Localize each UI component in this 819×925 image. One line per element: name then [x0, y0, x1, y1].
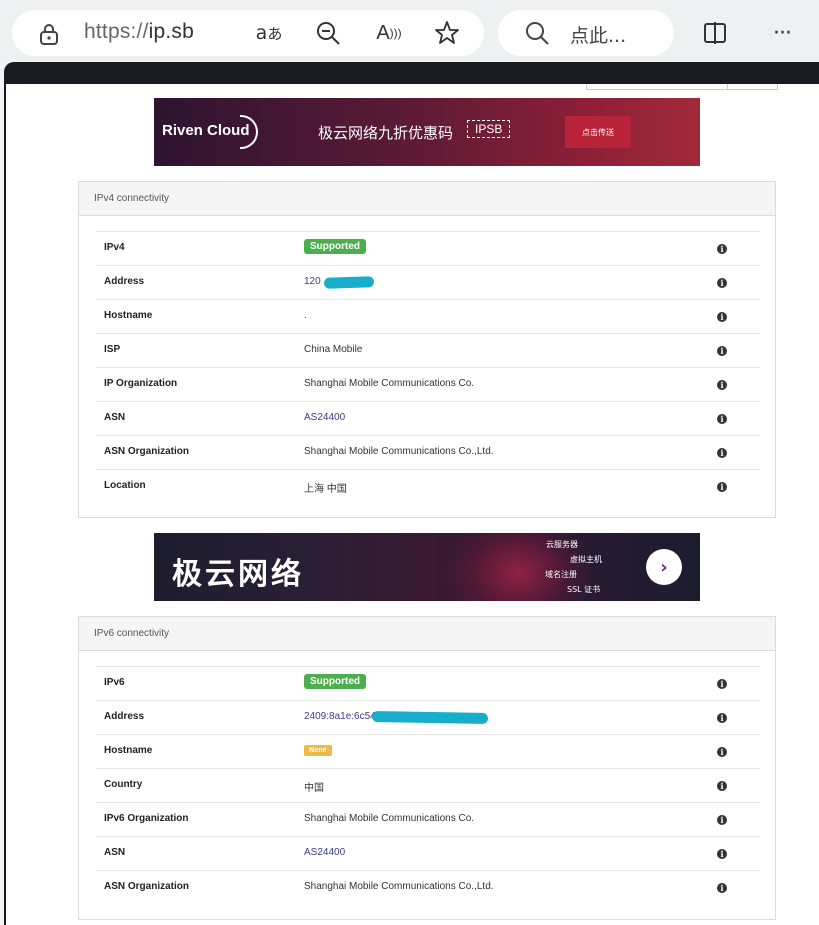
table-row: Hostname . i: [96, 300, 760, 334]
table-row: Country 中国 i: [96, 769, 760, 803]
table-row: IP Organization Shanghai Mobile Communic…: [96, 368, 760, 402]
row-value: Shanghai Mobile Communications Co.,Ltd.: [304, 881, 494, 892]
row-label: Location: [104, 480, 146, 491]
ipv4-panel: IPv4 connectivity IPv4 Supported i Addre…: [78, 181, 776, 518]
lock-icon[interactable]: [38, 22, 60, 46]
banner-title: 极云网络: [172, 557, 304, 592]
table-row: ASN Organization Shanghai Mobile Communi…: [96, 436, 760, 470]
info-icon[interactable]: i: [717, 312, 727, 322]
table-row: ASN AS24400 i: [96, 837, 760, 871]
banner-brand: Riven Cloud: [162, 122, 250, 139]
banner-logo-arc: [240, 115, 258, 149]
info-icon[interactable]: i: [717, 380, 727, 390]
row-label: Address: [104, 276, 145, 287]
redaction-scribble: [323, 276, 375, 289]
top-partial-control[interactable]: [586, 84, 778, 90]
more-icon[interactable]: ···: [768, 20, 796, 46]
search-input[interactable]: 点此...: [570, 21, 626, 48]
banner-tag: 云服务器: [546, 540, 578, 549]
info-icon[interactable]: i: [717, 747, 727, 757]
row-label: ASN: [104, 847, 126, 858]
zoom-out-icon[interactable]: [315, 20, 341, 46]
table-row: IPv6 Supported i: [96, 667, 760, 701]
asn-link[interactable]: AS24400: [304, 847, 345, 858]
page-content: Riven Cloud 极云网络九折优惠码 IPSB 点击传送 IPv4 con…: [6, 84, 819, 925]
banner-promo-code: IPSB: [467, 120, 511, 138]
table-row: Location 上海 中国 i: [96, 470, 760, 504]
row-value: Shanghai Mobile Communications Co.,Ltd.: [304, 446, 494, 457]
browser-toolbar: https://ip.sb aあ A))) 点此... ···: [0, 0, 819, 62]
table-row: ASN AS24400 i: [96, 402, 760, 436]
table-row: Hostname None i: [96, 735, 760, 769]
table-row: IPv4 Supported i: [96, 232, 760, 266]
promo-banner-jiyun[interactable]: 极云网络 云服务器 虚拟主机 域名注册 SSL 证书 ›: [154, 533, 700, 601]
row-label: ASN Organization: [104, 881, 190, 892]
table-row: Address 2409:8a1e:6c54 i: [96, 701, 760, 735]
row-value: 上海 中国: [304, 484, 347, 495]
asn-link[interactable]: AS24400: [304, 412, 345, 423]
ipv4-table: IPv4 Supported i Address 120 i Hostname …: [96, 231, 760, 504]
row-label: ISP: [104, 344, 121, 355]
info-icon[interactable]: i: [717, 346, 727, 356]
info-icon[interactable]: i: [717, 278, 727, 288]
banner-tag: 域名注册: [545, 570, 577, 579]
banner-tag: 虚拟主机: [570, 555, 602, 564]
redaction-scribble: [371, 710, 489, 725]
ipv4-address-value[interactable]: 120: [304, 276, 321, 287]
row-value: 中国: [304, 783, 324, 794]
table-row: ISP China Mobile i: [96, 334, 760, 368]
row-label: IPv6 Organization: [104, 813, 189, 824]
info-icon[interactable]: i: [717, 781, 727, 791]
row-label: ASN: [104, 412, 126, 423]
row-value: Shanghai Mobile Communications Co.: [304, 378, 475, 389]
ipv6-panel-title: IPv6 connectivity: [79, 617, 775, 651]
info-icon[interactable]: i: [717, 482, 727, 492]
row-label: IP Organization: [104, 378, 178, 389]
row-value: .: [304, 310, 307, 321]
banner-cta-button[interactable]: 点击传送: [565, 116, 631, 148]
banner-tag: SSL 证书: [567, 585, 601, 594]
favorite-star-icon[interactable]: [434, 20, 460, 46]
info-icon[interactable]: i: [717, 448, 727, 458]
row-label: Hostname: [104, 310, 153, 321]
url-text[interactable]: https://ip.sb: [84, 20, 194, 44]
info-icon[interactable]: i: [717, 414, 727, 424]
table-row: IPv6 Organization Shanghai Mobile Commun…: [96, 803, 760, 837]
search-icon[interactable]: [524, 20, 550, 46]
chevron-right-icon[interactable]: ›: [646, 549, 682, 585]
banner-text: 极云网络九折优惠码: [318, 124, 454, 142]
table-row: ASN Organization Shanghai Mobile Communi…: [96, 871, 760, 905]
table-row: Address 120 i: [96, 266, 760, 300]
split-screen-icon[interactable]: [703, 20, 727, 46]
info-icon[interactable]: i: [717, 713, 727, 723]
row-label: Address: [104, 711, 145, 722]
ipv6-address-value[interactable]: 2409:8a1e:6c54: [304, 711, 376, 722]
address-bar[interactable]: [12, 10, 484, 56]
ipv6-table: IPv6 Supported i Address 2409:8a1e:6c54 …: [96, 666, 760, 905]
browser-viewport: Riven Cloud 极云网络九折优惠码 IPSB 点击传送 IPv4 con…: [4, 62, 819, 925]
info-icon[interactable]: i: [717, 679, 727, 689]
info-icon[interactable]: i: [717, 883, 727, 893]
row-label: IPv6: [104, 677, 125, 688]
none-badge: None: [304, 745, 332, 756]
info-icon[interactable]: i: [717, 815, 727, 825]
status-badge: Supported: [304, 239, 366, 254]
row-value: China Mobile: [304, 344, 363, 355]
status-badge: Supported: [304, 674, 366, 689]
row-label: IPv4: [104, 242, 125, 253]
row-label: Hostname: [104, 745, 153, 756]
ipv6-panel: IPv6 connectivity IPv6 Supported i Addre…: [78, 616, 776, 920]
translate-icon[interactable]: aあ: [254, 20, 284, 46]
read-aloud-icon[interactable]: A))): [374, 20, 404, 46]
info-icon[interactable]: i: [717, 849, 727, 859]
row-value: Shanghai Mobile Communications Co.: [304, 813, 475, 824]
info-icon[interactable]: i: [717, 244, 727, 254]
row-label: ASN Organization: [104, 446, 190, 457]
ipv4-panel-title: IPv4 connectivity: [79, 182, 775, 216]
promo-banner-riven-cloud[interactable]: Riven Cloud 极云网络九折优惠码 IPSB 点击传送: [154, 98, 700, 166]
row-label: Country: [104, 779, 143, 790]
